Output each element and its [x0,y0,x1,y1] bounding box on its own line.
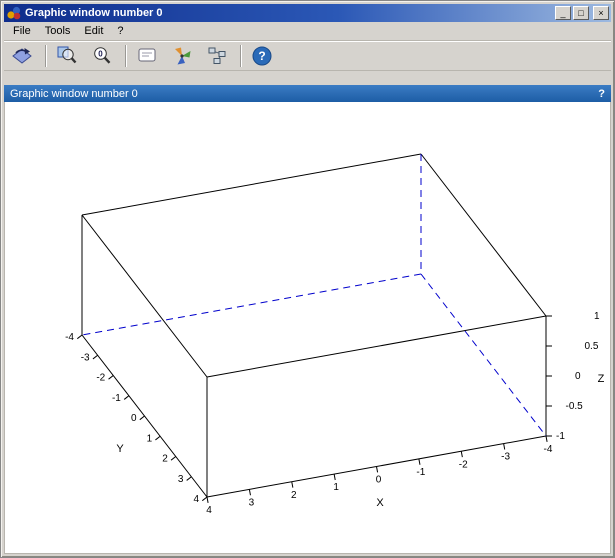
svg-text:?: ? [258,49,265,63]
x-tick [419,459,420,465]
y-tick [155,436,160,440]
dock-gap [4,71,611,85]
ged-button[interactable] [133,43,161,69]
scilab-icon [6,6,22,20]
y-tick-label: -4 [65,332,74,343]
close-button[interactable]: × [593,6,609,20]
hidden-edge [82,274,421,335]
y-tick-label: -3 [81,352,90,363]
box-edge [207,316,546,377]
figure-properties-icon [171,45,193,67]
x-tick-label: 4 [206,505,212,516]
x-tick [207,497,208,503]
z-tick-label: -0.5 [566,401,584,412]
y-tick-label: 4 [193,494,199,505]
x-tick [292,482,293,488]
plot-canvas[interactable]: -4-3-2-101234Y43210-1-2-3-4X-1-0.500.51Z [4,102,611,554]
zoom-out-icon: 0 [91,45,113,67]
toolbar: 0 [4,41,611,71]
box-edge [82,154,421,215]
x-tick-label: 0 [376,475,382,486]
ged-icon [136,45,158,67]
y-tick [140,416,145,420]
y-tick-label: -1 [112,393,121,404]
y-tick [187,477,192,481]
datatips-button[interactable] [203,43,231,69]
menu-tools[interactable]: Tools [38,23,78,39]
y-tick-label: 2 [162,454,168,465]
help-icon: ? [251,45,273,67]
dock-title: Graphic window number 0 [10,88,138,100]
x-tick [461,451,462,457]
y-tick [202,497,207,501]
x-tick [334,474,335,480]
z-tick-label: -1 [556,431,565,442]
x-tick-label: -3 [501,452,510,463]
menu-help[interactable]: ? [110,23,130,39]
toolbar-separator [240,45,242,67]
x-tick-label: 2 [291,490,297,501]
minimize-button[interactable]: _ [555,6,571,20]
hidden-edge [421,274,546,436]
datatips-icon [206,45,228,67]
y-tick-label: 1 [147,433,153,444]
menubar: File Tools Edit ? [4,22,611,41]
y-tick [93,355,98,359]
rotate-button[interactable] [8,43,36,69]
window-title: Graphic window number 0 [25,7,552,19]
help-button[interactable]: ? [248,43,276,69]
x-tick [504,444,505,450]
x-tick-label: -2 [459,459,468,470]
dock-help-button[interactable]: ? [598,88,605,100]
y-tick-label: 3 [178,474,184,485]
x-tick-label: 1 [333,482,339,493]
x-axis-label: X [376,497,384,509]
box-edge [421,154,546,316]
titlebar[interactable]: Graphic window number 0 _ □ × [4,4,611,22]
dock-titlebar: Graphic window number 0 ? [4,85,611,102]
svg-text:0: 0 [98,50,103,59]
maximize-button[interactable]: □ [573,6,589,20]
toolbar-separator [45,45,47,67]
z-tick-label: 0 [575,371,581,382]
z-tick-label: 1 [594,311,600,322]
x-tick-label: -4 [544,444,553,455]
x-tick [546,436,547,442]
y-tick [77,335,82,339]
box-edge [82,215,207,377]
zoom-out-button[interactable]: 0 [88,43,116,69]
z-tick-label: 0.5 [585,341,599,352]
zoom-in-button[interactable] [53,43,81,69]
y-axis-label: Y [116,443,124,455]
x-tick [377,467,378,473]
menu-file[interactable]: File [6,23,38,39]
plot-svg: -4-3-2-101234Y43210-1-2-3-4X-1-0.500.51Z [5,102,611,551]
figure-properties-button[interactable] [168,43,196,69]
x-tick-label: 3 [249,497,255,508]
window-controls: _ □ × [555,6,609,20]
y-tick [109,376,114,380]
zoom-in-icon [56,45,78,67]
graphic-window: Graphic window number 0 _ □ × File Tools… [0,0,615,558]
rotate-icon [11,45,33,67]
menu-edit[interactable]: Edit [77,23,110,39]
y-tick [124,396,129,400]
x-tick-label: -1 [416,467,425,478]
y-tick [171,457,176,461]
z-axis-label: Z [598,373,605,385]
y-tick-label: -2 [96,373,105,384]
toolbar-separator [125,45,127,67]
x-tick [249,489,250,495]
y-tick-label: 0 [131,413,137,424]
